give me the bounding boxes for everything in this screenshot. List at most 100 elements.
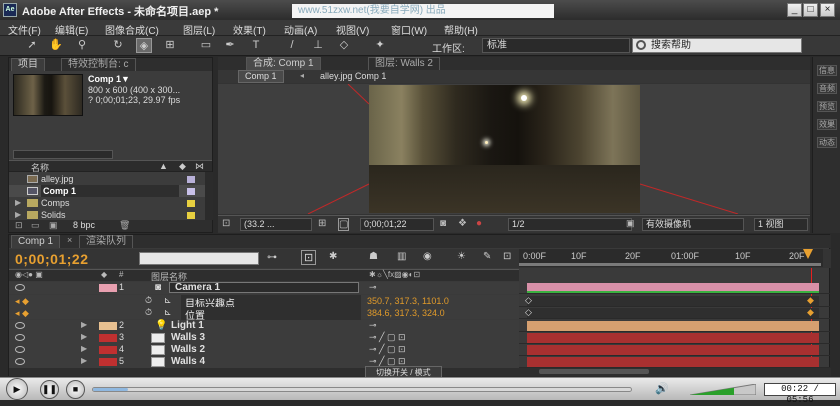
volume-icon[interactable]: 🔊 — [655, 382, 669, 396]
comp-mini-flowchart-icon[interactable]: ⊶ — [267, 252, 277, 263]
current-time-display[interactable]: 0;00;01;22 — [15, 251, 89, 267]
close-button[interactable]: × — [820, 3, 835, 17]
property-row-position[interactable]: ◂ ◆ ⏱ ⊾ 位置 384.6, 317.3, 324.0 ◇ ◆ — [9, 307, 831, 322]
tab-comp1-timeline[interactable]: Comp 1 — [11, 235, 61, 248]
menu-composition[interactable]: 图像合成(C) — [105, 22, 159, 37]
layer-duration-bar[interactable] — [527, 345, 819, 355]
menu-edit[interactable]: 编辑(E) — [55, 22, 88, 37]
always-preview-icon[interactable]: ⊡ — [222, 218, 230, 229]
property-row-point-of-interest[interactable]: ◂ ◆ ⏱ ⊾ 目标兴趣点 350.7, 317.3, 1101.0 ◇ ◆ — [9, 295, 831, 310]
tab-composition[interactable]: 合成: Comp 1 — [246, 57, 321, 70]
motion-panel-button[interactable]: 动态 — [817, 137, 837, 148]
graph-toggle-icon[interactable]: ⊾ — [164, 295, 172, 306]
magnification-select[interactable]: (33.2 ... — [240, 218, 312, 231]
hand-tool-icon[interactable]: ✋ — [48, 38, 64, 53]
text-tool-icon[interactable]: T — [248, 38, 264, 53]
tab-layer[interactable]: 图层: Walls 2 — [368, 57, 440, 70]
region-of-interest-icon[interactable]: ▣ — [626, 218, 635, 229]
keyframe-diamond-icon[interactable]: ◇ — [525, 295, 532, 306]
interpret-footage-icon[interactable]: ⊡ — [15, 220, 23, 231]
preview-panel-button[interactable]: 预览 — [817, 101, 837, 112]
new-comp-icon[interactable]: ▣ — [49, 220, 58, 231]
visibility-eye-icon[interactable] — [15, 346, 25, 353]
label-color[interactable] — [187, 212, 195, 219]
timeline-search-input[interactable] — [139, 252, 259, 265]
effects-panel-button[interactable]: 效果 — [817, 119, 837, 130]
visibility-eye-icon[interactable] — [15, 334, 25, 341]
puppet-tool-icon[interactable]: ✦ — [372, 38, 388, 53]
position-value[interactable]: 384.6, 317.3, 324.0 — [367, 308, 445, 318]
layer-label-color[interactable] — [99, 334, 117, 342]
pen-tool-icon[interactable]: ✒ — [222, 38, 238, 53]
bit-depth-button[interactable]: 8 bpc — [73, 220, 95, 230]
timeline-zoom-slider[interactable] — [539, 369, 649, 374]
breadcrumb-alley-comp[interactable]: alley.jpg Comp 1 — [320, 71, 386, 81]
keyframe-nav-icon[interactable]: ◂ ◆ — [15, 296, 29, 307]
audio-panel-button[interactable]: 音频 — [817, 83, 837, 94]
selection-tool-icon[interactable]: ➚ — [24, 38, 40, 53]
trash-icon[interactable]: 🗑 — [119, 220, 130, 231]
comp-viewer[interactable] — [218, 84, 810, 214]
color-channel-icon[interactable]: ● — [476, 218, 482, 229]
layer-row-light1[interactable]: ▶ 2 💡 Light 1 ⊸ — [9, 320, 831, 332]
stopwatch-icon[interactable]: ⏱ — [145, 307, 152, 318]
expand-triangle-icon[interactable]: ▶ — [81, 344, 87, 353]
layer-label-color[interactable] — [99, 346, 117, 354]
graph-toggle-icon[interactable]: ⊾ — [164, 307, 172, 318]
project-scrollbar[interactable] — [205, 172, 213, 220]
layer-duration-bar[interactable] — [527, 321, 819, 331]
live-update-icon[interactable]: ⊡ — [301, 250, 317, 265]
menu-effect[interactable]: 效果(T) — [233, 22, 266, 37]
pause-button[interactable]: ❚❚ — [40, 380, 59, 399]
menu-help[interactable]: 帮助(H) — [444, 22, 478, 37]
active-camera-select[interactable]: 有效摄像机 — [642, 218, 744, 231]
views-select[interactable]: 1 视图 — [754, 218, 808, 231]
menu-layer[interactable]: 图层(L) — [183, 22, 215, 37]
switches-icons[interactable]: ⊸ ╱ ▢ ⊡ — [369, 344, 406, 355]
auto-keyframe-icon[interactable]: ✎ — [483, 251, 491, 262]
layer-label-color[interactable] — [99, 358, 117, 366]
label-color[interactable] — [187, 200, 195, 207]
rectangle-mask-tool-icon[interactable]: ▭ — [198, 38, 214, 53]
clone-stamp-tool-icon[interactable]: ⊥ — [310, 38, 326, 53]
brainstorm-icon[interactable]: ☀ — [457, 251, 466, 262]
volume-slider[interactable] — [690, 384, 756, 395]
stopwatch-icon[interactable]: ⏱ — [145, 295, 152, 306]
tab-effect-controls[interactable]: 特效控制台: c — [61, 58, 136, 71]
mask-visibility-icon[interactable]: ▢ — [338, 218, 350, 231]
tab-render-queue[interactable]: 渲染队列 — [79, 235, 133, 248]
video-progress-track[interactable] — [92, 387, 632, 392]
show-snapshot-icon[interactable]: ❖ — [458, 218, 467, 229]
project-item-comps[interactable]: ▶ Comps — [9, 197, 212, 209]
expand-triangle-icon[interactable]: ▶ — [81, 332, 87, 341]
breadcrumb-comp1[interactable]: Comp 1 — [238, 70, 284, 83]
menu-animation[interactable]: 动画(A) — [284, 22, 317, 37]
menu-view[interactable]: 视图(V) — [336, 22, 369, 37]
grid-icon[interactable]: ⊞ — [318, 218, 326, 229]
shy-switch-icon[interactable]: ⊸ — [369, 282, 377, 293]
keyframe-diamond-icon[interactable]: ◆ — [807, 295, 814, 306]
layer-label-color[interactable] — [99, 322, 117, 330]
flowchart-icon[interactable]: ⋈ — [195, 161, 204, 172]
property-track[interactable] — [527, 296, 819, 306]
menu-window[interactable]: 窗口(W) — [391, 22, 427, 37]
resolution-select[interactable]: 1/2 — [508, 218, 632, 231]
layer-duration-bar[interactable] — [527, 333, 819, 343]
label-column-icon[interactable]: ◆ — [179, 161, 186, 172]
expand-triangle-icon[interactable]: ▶ — [81, 356, 87, 365]
workspace-select[interactable]: 标准 — [482, 38, 630, 53]
camera-tool-icon[interactable]: ◈ — [136, 38, 152, 53]
layer-row-walls3[interactable]: ▶ 3 Walls 3 ⊸ ╱ ▢ ⊡ — [9, 332, 831, 344]
switches-icons[interactable]: ⊸ ╱ ▢ ⊡ — [369, 332, 406, 343]
project-item-comp1[interactable]: Comp 1 — [9, 185, 212, 197]
layer-row-camera1[interactable]: 1 ◙ Camera 1 ⊸ — [9, 282, 831, 294]
visibility-eye-icon[interactable] — [15, 358, 25, 365]
menu-file[interactable]: 文件(F) — [8, 22, 41, 37]
visibility-eye-icon[interactable] — [15, 284, 25, 291]
project-search-input[interactable] — [13, 150, 113, 159]
draft-3d-icon[interactable]: ✱ — [329, 251, 337, 262]
time-ruler[interactable]: 0:00F 10F 20F 01:00F 10F 20F — [519, 249, 823, 267]
visibility-eye-icon[interactable] — [15, 322, 25, 329]
layer-row-walls2[interactable]: ▶ 4 Walls 2 ⊸ ╱ ▢ ⊡ — [9, 344, 831, 356]
frame-blending-icon[interactable]: ▥ — [397, 251, 406, 262]
